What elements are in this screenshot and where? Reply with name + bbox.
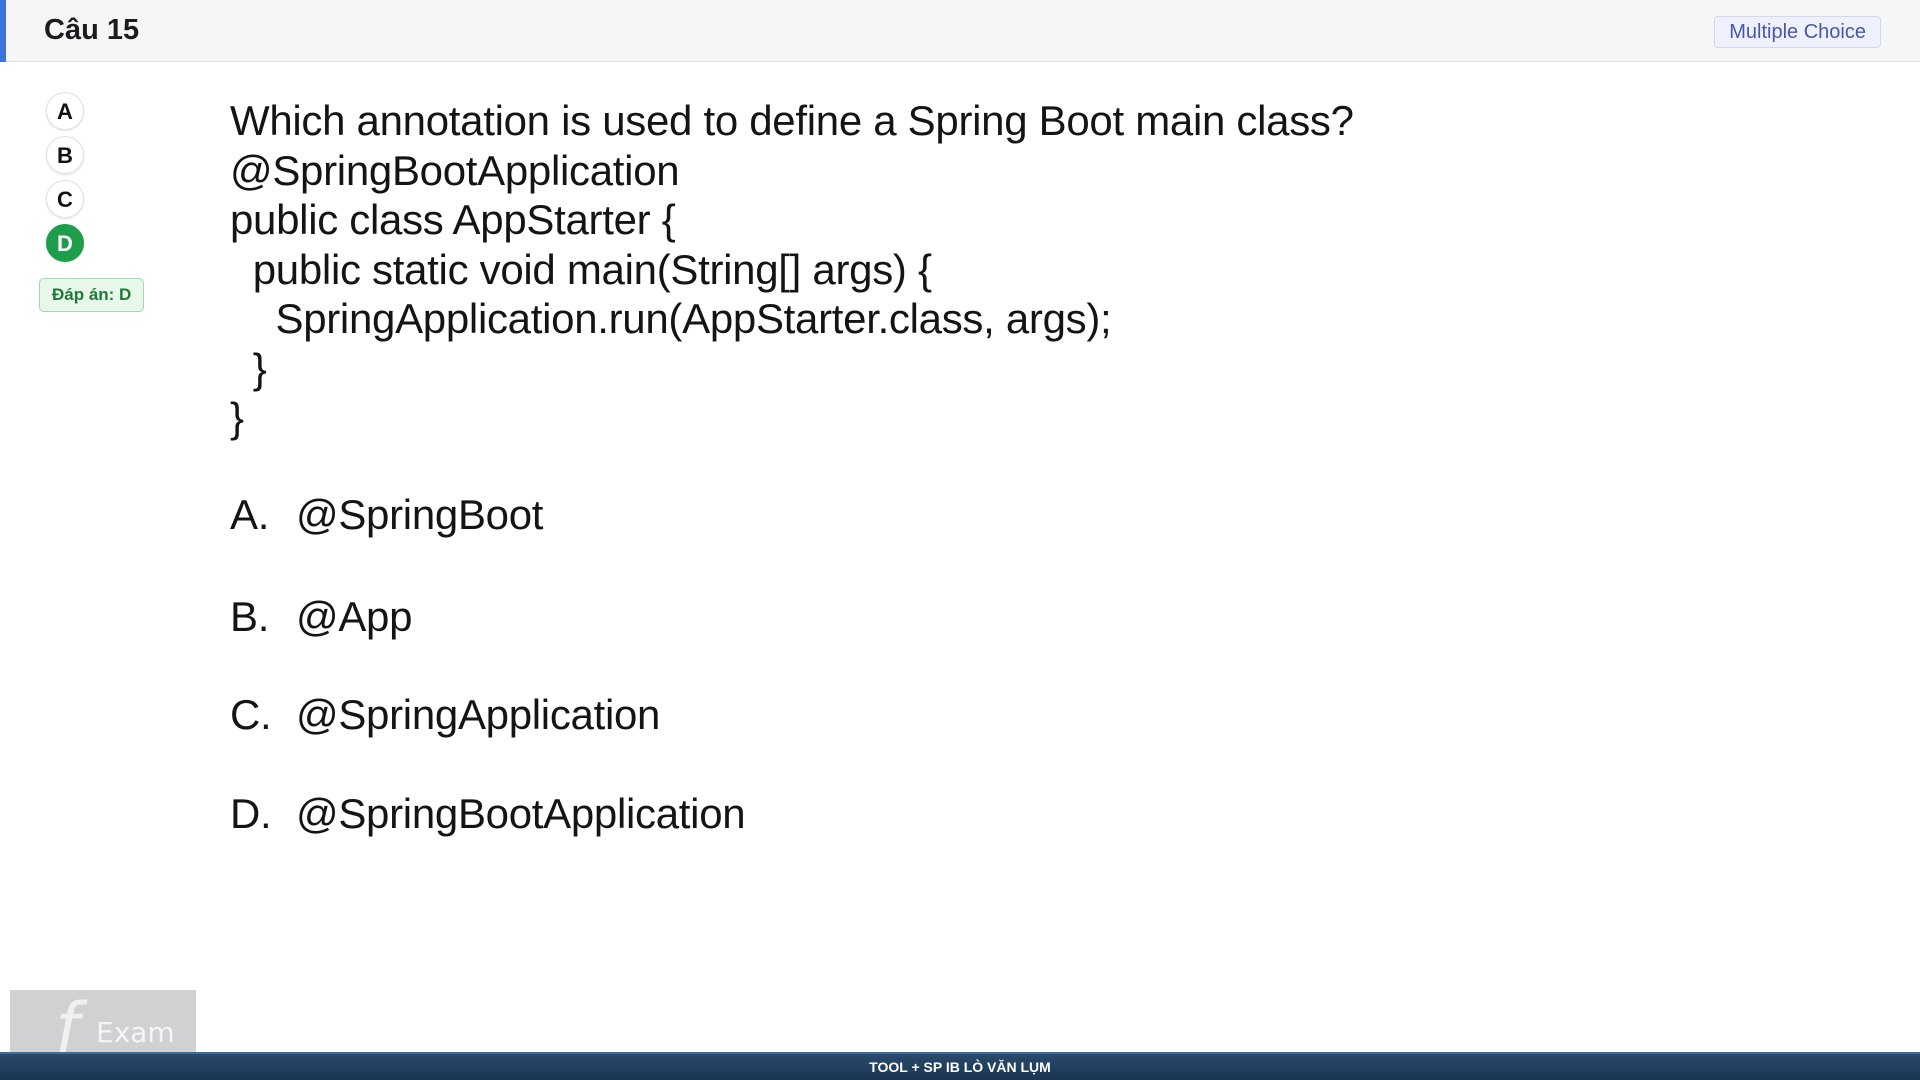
code-line: SpringApplication.run(AppStarter.class, …	[230, 295, 1112, 342]
choice-letter: A.	[230, 491, 270, 538]
question-number: Câu 15	[44, 14, 140, 46]
correct-answer-badge: Đáp án: D	[39, 278, 145, 312]
option-a-button[interactable]: A	[46, 92, 84, 130]
code-line: public static void main(String[] args) {	[230, 245, 932, 293]
code-line: public class AppStarter {	[230, 196, 676, 243]
choice-d: D. @SpringBootApplication	[230, 789, 746, 839]
question-text: Which annotation is used to define a Spr…	[230, 97, 1354, 144]
header-accent-bar	[0, 0, 6, 62]
question-type-badge: Multiple Choice	[1714, 16, 1881, 48]
logo-text: Exam	[96, 1016, 175, 1049]
question-content: Which annotation is used to define a Spr…	[230, 96, 1730, 837]
choice-text: @SpringBootApplication	[296, 790, 746, 837]
choice-letter: C.	[230, 691, 272, 738]
choice-text: @SpringApplication	[296, 691, 661, 738]
choice-text: @SpringBoot	[296, 491, 544, 538]
code-line: @SpringBootApplication	[230, 146, 680, 194]
option-c-button[interactable]: C	[46, 180, 84, 218]
choice-letter: B.	[230, 593, 270, 640]
choice-text: @App	[296, 593, 413, 640]
choice-b: B. @App	[230, 592, 412, 642]
exam-page: Câu 15 Multiple Choice A B C D Đáp án: D…	[0, 0, 1920, 1080]
choice-a: A. @SpringBoot	[230, 490, 543, 540]
choice-letter: D.	[230, 790, 272, 837]
answer-options-column: A B C D	[46, 92, 86, 268]
code-line: }	[230, 394, 244, 441]
footer-text: TOOL + SP IB LÒ VĂN LỤM	[869, 1059, 1051, 1075]
code-line: }	[230, 344, 267, 392]
footer-bar: TOOL + SP IB LÒ VĂN LỤM	[0, 1052, 1920, 1080]
option-b-button[interactable]: B	[46, 136, 84, 174]
choice-c: C. @SpringApplication	[230, 690, 660, 740]
question-header: Câu 15 Multiple Choice	[0, 0, 1920, 62]
option-d-button[interactable]: D	[46, 224, 84, 262]
